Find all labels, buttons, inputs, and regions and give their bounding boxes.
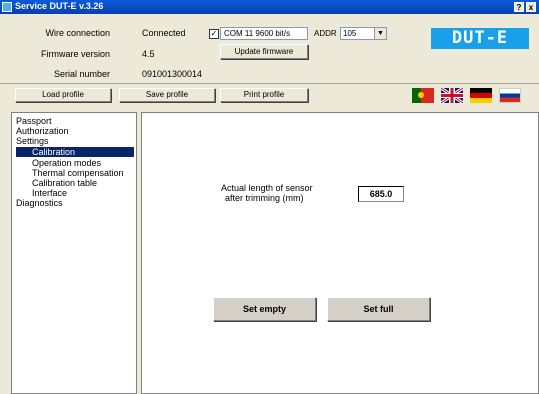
serial-number-value: 091001300014: [142, 69, 203, 79]
nav-item-settings[interactable]: Settings: [16, 136, 49, 146]
uk-flag-icon[interactable]: [441, 88, 463, 103]
portugal-flag-icon[interactable]: [412, 88, 434, 103]
nav-item-interface[interactable]: Interface: [32, 188, 67, 198]
calibration-panel: Actual length of sensor after trimming (…: [141, 112, 539, 394]
dut-e-logo: DUT-E: [431, 28, 529, 49]
firmware-version-value: 4.5: [142, 49, 155, 59]
port-field[interactable]: COM 11 9600 bit/s: [220, 27, 308, 40]
app-icon: [2, 2, 12, 12]
nav-item-diagnostics[interactable]: Diagnostics: [16, 198, 63, 208]
nav-item-calibration[interactable]: Calibration: [16, 147, 134, 157]
sensor-length-label-line1: Actual length of sensor: [221, 183, 313, 193]
germany-flag-icon[interactable]: [470, 88, 492, 103]
app-window: Service DUT-E v.3.26 ? x Wire connection…: [0, 0, 539, 394]
title-bar: Service DUT-E v.3.26 ? x: [0, 0, 539, 14]
nav-item-passport[interactable]: Passport: [16, 116, 52, 126]
russia-flag-icon[interactable]: [499, 88, 521, 103]
load-profile-button[interactable]: Load profile: [15, 88, 111, 102]
settings-tree: Passport Authorization Settings Calibrat…: [11, 112, 137, 394]
set-full-button[interactable]: Set full: [327, 297, 430, 321]
serial-number-label: Serial number: [53, 69, 110, 79]
addr-label: ADDR: [314, 29, 337, 38]
window-title: Service DUT-E v.3.26: [15, 1, 104, 11]
close-button[interactable]: x: [526, 2, 536, 12]
print-profile-button[interactable]: Print profile: [220, 88, 308, 102]
update-firmware-button[interactable]: Update firmware: [220, 44, 308, 59]
sensor-length-label-line2: after trimming (mm): [225, 193, 304, 203]
addr-select[interactable]: 105 ▼: [340, 27, 387, 40]
wire-connection-value: Connected: [142, 28, 186, 38]
wire-connection-label: Wire connection: [45, 28, 110, 38]
nav-item-operation-modes[interactable]: Operation modes: [32, 158, 101, 168]
connect-checkbox[interactable]: ✓: [209, 29, 219, 39]
help-button[interactable]: ?: [514, 2, 524, 12]
save-profile-button[interactable]: Save profile: [119, 88, 215, 102]
addr-select-value: 105: [343, 29, 357, 38]
divider: [0, 83, 539, 84]
sensor-length-field[interactable]: 685.0: [358, 186, 404, 202]
firmware-version-label: Firmware version: [40, 49, 110, 59]
chevron-down-icon: ▼: [374, 28, 386, 39]
nav-item-thermal-compensation[interactable]: Thermal compensation: [32, 168, 124, 178]
nav-item-authorization[interactable]: Authorization: [16, 126, 69, 136]
set-empty-button[interactable]: Set empty: [213, 297, 316, 321]
nav-item-calibration-table[interactable]: Calibration table: [32, 178, 97, 188]
